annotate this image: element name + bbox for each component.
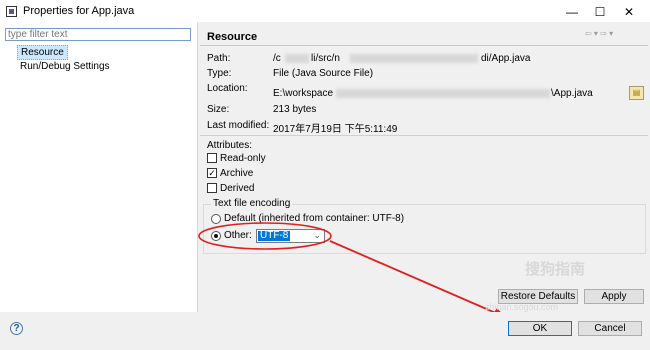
help-icon[interactable]: ? <box>10 322 23 335</box>
restore-defaults-button[interactable]: Restore Defaults <box>498 289 578 304</box>
ok-button[interactable]: OK <box>508 321 572 336</box>
apply-button[interactable]: Apply <box>584 289 644 304</box>
annotation-circle <box>198 222 332 250</box>
watermark: 搜狗指南 <box>525 261 586 278</box>
annotation-arrow-line <box>329 240 499 315</box>
cancel-button[interactable]: Cancel <box>578 321 642 336</box>
